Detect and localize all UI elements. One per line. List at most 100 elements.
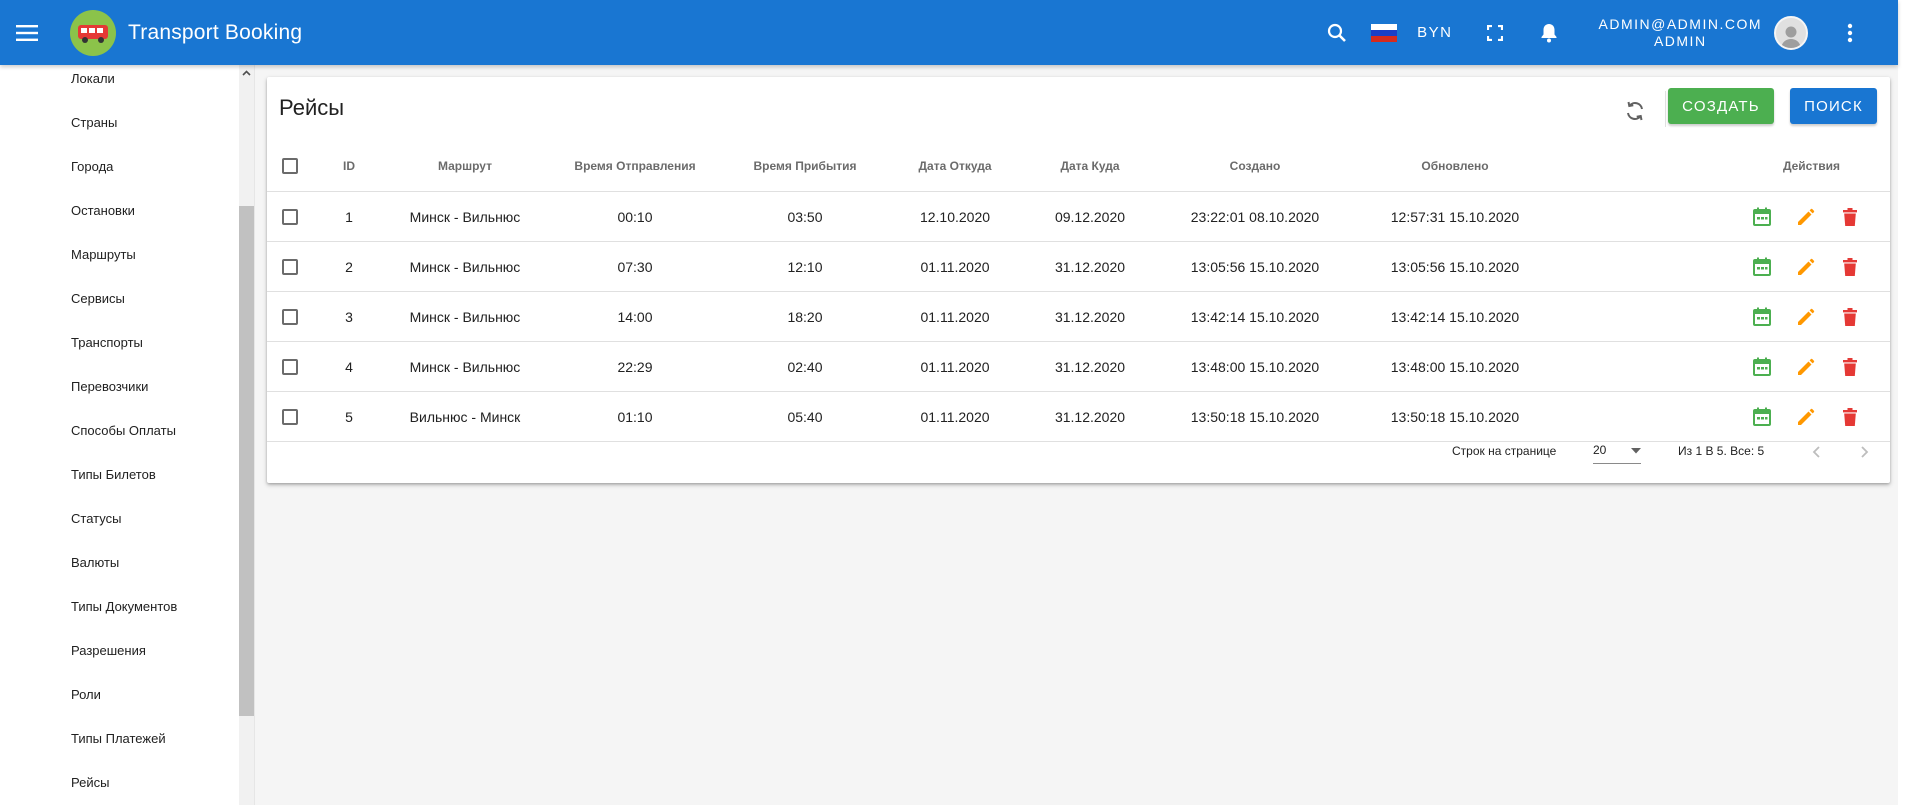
more-vert-icon[interactable] <box>1830 13 1870 53</box>
calendar-icon[interactable] <box>1742 207 1782 226</box>
notifications-bell-icon[interactable] <box>1529 13 1569 53</box>
cell-departure-time: 00:10 <box>545 191 725 242</box>
sidebar-item-locales[interactable]: Локали <box>0 65 254 101</box>
sidebar-item-routes[interactable]: Маршруты <box>0 233 254 277</box>
sidebar-item-transports[interactable]: Транспорты <box>0 321 254 365</box>
calendar-icon[interactable] <box>1742 307 1782 326</box>
cell-date-from: 01.11.2020 <box>885 241 1025 292</box>
cell-updated: 12:57:31 15.10.2020 <box>1355 191 1555 242</box>
language-flag-icon[interactable] <box>1371 23 1398 42</box>
edit-pencil-icon[interactable] <box>1786 308 1826 326</box>
page-scroll-gutter <box>1898 0 1918 805</box>
cell-created: 13:05:56 15.10.2020 <box>1155 241 1355 292</box>
row-checkbox[interactable] <box>282 209 298 226</box>
cell-id: 3 <box>313 291 385 342</box>
cell-date-to: 31.12.2020 <box>1025 341 1155 392</box>
header-updated[interactable]: Обновлено <box>1355 141 1555 192</box>
delete-trash-icon[interactable] <box>1830 307 1870 326</box>
row-checkbox[interactable] <box>282 409 298 426</box>
cell-departure-time: 07:30 <box>545 241 725 292</box>
table-row[interactable]: 2 Минск - Вильнюс 07:30 12:10 01.11.2020… <box>267 241 1890 292</box>
sidebar-scrollbar-thumb[interactable] <box>239 206 254 716</box>
pagination-range-label: Из 1 В 5. Все: 5 <box>1678 444 1765 458</box>
search-button[interactable]: ПОИСК <box>1790 88 1877 124</box>
edit-pencil-icon[interactable] <box>1786 358 1826 376</box>
currency-selector[interactable]: BYN <box>1417 24 1452 41</box>
sidebar-item-trips[interactable]: Рейсы <box>0 761 254 805</box>
sidebar-item-ticket-types[interactable]: Типы Билетов <box>0 453 254 497</box>
cell-route: Минск - Вильнюс <box>385 341 545 392</box>
fullscreen-icon[interactable] <box>1475 13 1515 53</box>
sidebar-item-statuses[interactable]: Статусы <box>0 497 254 541</box>
trips-table: ID Маршрут Время Отправления Время Прибы… <box>267 141 1890 442</box>
table-row[interactable]: 1 Минск - Вильнюс 00:10 03:50 12.10.2020… <box>267 191 1890 242</box>
trips-card: Рейсы СОЗДАТЬ ПОИСК ID Маршрут Время Отп… <box>267 77 1890 483</box>
table-row[interactable]: 4 Минск - Вильнюс 22:29 02:40 01.11.2020… <box>267 341 1890 392</box>
main-content: Рейсы СОЗДАТЬ ПОИСК ID Маршрут Время Отп… <box>255 65 1898 805</box>
header-id[interactable]: ID <box>313 141 385 192</box>
user-role: ADMIN <box>1653 32 1707 49</box>
cell-route: Минск - Вильнюс <box>385 241 545 292</box>
page-title: Рейсы <box>279 95 345 120</box>
next-page-chevron-icon[interactable] <box>1853 440 1877 464</box>
row-checkbox[interactable] <box>282 259 298 276</box>
calendar-icon[interactable] <box>1742 257 1782 276</box>
sidebar-item-payment-methods[interactable]: Способы Оплаты <box>0 409 254 453</box>
avatar[interactable] <box>1774 15 1808 50</box>
chevron-down-icon <box>1631 443 1641 457</box>
delete-trash-icon[interactable] <box>1830 407 1870 426</box>
rows-per-page-label: Строк на странице <box>1452 444 1557 458</box>
scroll-up-arrow-icon[interactable] <box>239 65 254 80</box>
app-logo <box>70 9 116 56</box>
sidebar-item-roles[interactable]: Роли <box>0 673 254 717</box>
row-checkbox[interactable] <box>282 309 298 326</box>
sidebar-item-countries[interactable]: Страны <box>0 101 254 145</box>
header-route[interactable]: Маршрут <box>385 141 545 192</box>
edit-pencil-icon[interactable] <box>1786 208 1826 226</box>
header-date-to[interactable]: Дата Куда <box>1025 141 1155 192</box>
sidebar: Локали Страны Города Остановки Маршруты … <box>0 65 255 805</box>
cell-arrival-time: 02:40 <box>725 341 885 392</box>
search-icon[interactable] <box>1317 13 1357 53</box>
user-info[interactable]: ADMIN@ADMIN.COM ADMIN <box>1599 16 1762 50</box>
create-button[interactable]: СОЗДАТЬ <box>1668 88 1774 124</box>
cell-date-from: 01.11.2020 <box>885 341 1025 392</box>
sidebar-item-cities[interactable]: Города <box>0 145 254 189</box>
cell-date-from: 01.11.2020 <box>885 291 1025 342</box>
sidebar-item-document-types[interactable]: Типы Документов <box>0 585 254 629</box>
top-app-bar: Transport Booking BYN ADMIN@ADMIN.COM AD… <box>0 0 1898 65</box>
cell-date-to: 31.12.2020 <box>1025 241 1155 292</box>
edit-pencil-icon[interactable] <box>1786 258 1826 276</box>
cell-created: 13:42:14 15.10.2020 <box>1155 291 1355 342</box>
sidebar-item-permissions[interactable]: Разрешения <box>0 629 254 673</box>
calendar-icon[interactable] <box>1742 357 1782 376</box>
edit-pencil-icon[interactable] <box>1786 408 1826 426</box>
cell-arrival-time: 18:20 <box>725 291 885 342</box>
sidebar-item-carriers[interactable]: Перевозчики <box>0 365 254 409</box>
delete-trash-icon[interactable] <box>1830 207 1870 226</box>
table-header-row: ID Маршрут Время Отправления Время Прибы… <box>267 141 1890 192</box>
sidebar-item-stops[interactable]: Остановки <box>0 189 254 233</box>
sidebar-item-payment-types[interactable]: Типы Платежей <box>0 717 254 761</box>
delete-trash-icon[interactable] <box>1830 357 1870 376</box>
refresh-icon[interactable] <box>1617 93 1653 129</box>
cell-arrival-time: 03:50 <box>725 191 885 242</box>
cell-departure-time: 14:00 <box>545 291 725 342</box>
header-date-from[interactable]: Дата Откуда <box>885 141 1025 192</box>
menu-icon[interactable] <box>12 18 42 48</box>
sidebar-item-currencies[interactable]: Валюты <box>0 541 254 585</box>
table-row[interactable]: 3 Минск - Вильнюс 14:00 18:20 01.11.2020… <box>267 291 1890 342</box>
previous-page-chevron-icon[interactable] <box>1804 440 1828 464</box>
header-departure-time[interactable]: Время Отправления <box>545 141 725 192</box>
cell-departure-time: 22:29 <box>545 341 725 392</box>
header-arrival-time[interactable]: Время Прибытия <box>725 141 885 192</box>
rows-per-page-select[interactable]: 20 <box>1593 437 1641 464</box>
sidebar-nav-list: Локали Страны Города Остановки Маршруты … <box>0 65 254 805</box>
row-checkbox[interactable] <box>282 359 298 376</box>
sidebar-item-services[interactable]: Сервисы <box>0 277 254 321</box>
delete-trash-icon[interactable] <box>1830 257 1870 276</box>
pagination-bar: Строк на странице 20 Из 1 В 5. Все: 5 <box>267 424 1890 482</box>
select-all-checkbox[interactable] <box>282 158 298 174</box>
cell-id: 2 <box>313 241 385 292</box>
header-created[interactable]: Создано <box>1155 141 1355 192</box>
